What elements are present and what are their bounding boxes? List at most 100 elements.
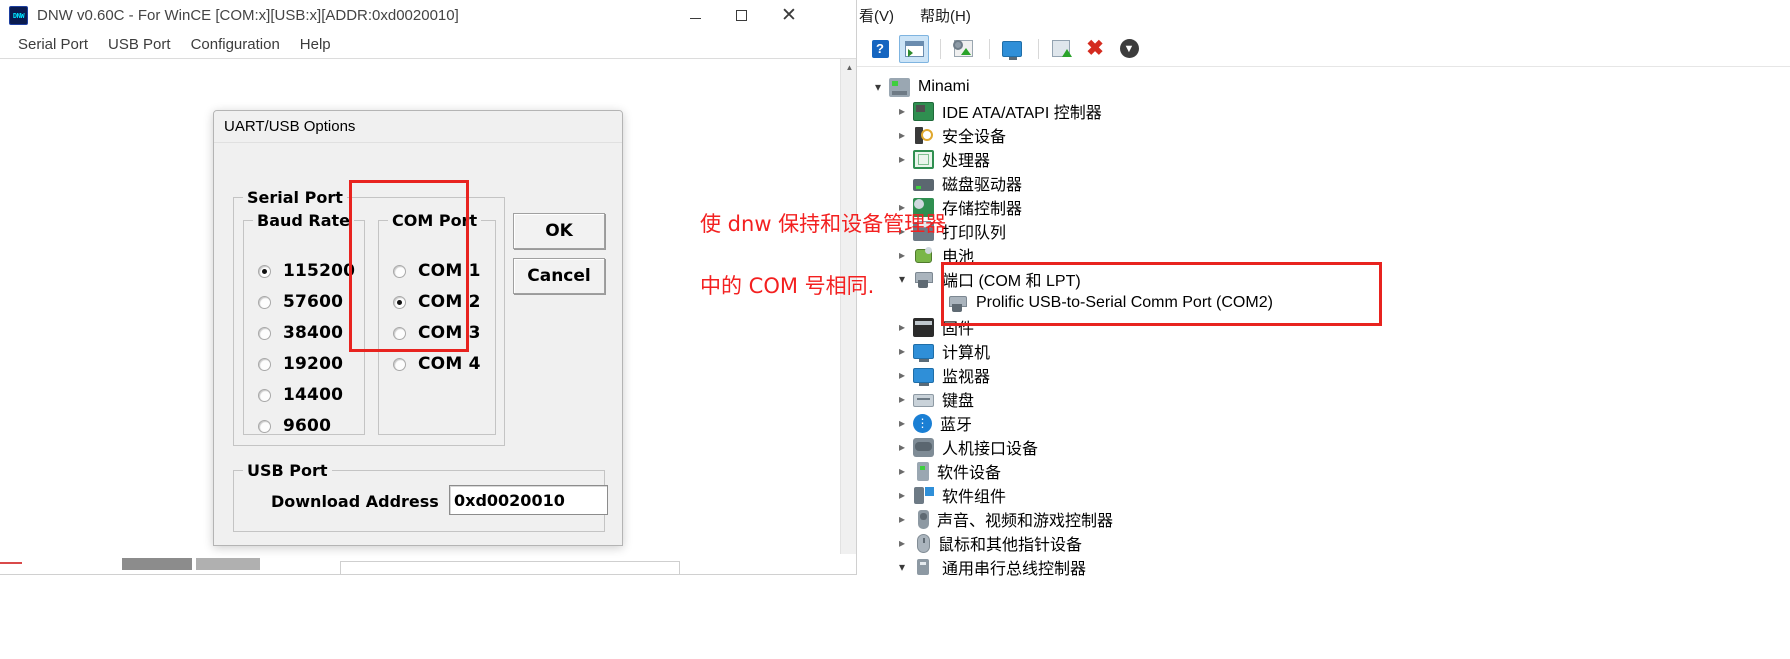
tree-node-hid[interactable]: ▸ 人机接口设备 xyxy=(857,435,1790,459)
radio-baud-19200[interactable]: 19200 xyxy=(258,354,343,374)
chevron-down-icon[interactable]: ▾ xyxy=(891,560,913,574)
tree-node-prolific-com2[interactable]: Prolific USB-to-Serial Comm Port (COM2) xyxy=(857,291,1790,315)
show-hidden-devices-button[interactable] xyxy=(997,35,1027,63)
tree-node-security-device[interactable]: ▸ 安全设备 xyxy=(857,123,1790,147)
tree-node-usb-controllers[interactable]: ▾ 通用串行总线控制器 xyxy=(857,555,1790,579)
usb-controller-icon xyxy=(913,558,934,577)
menu-item-usb-port[interactable]: USB Port xyxy=(98,34,181,55)
tree-node-ide-controller[interactable]: ▸ IDE ATA/ATAPI 控制器 xyxy=(857,99,1790,123)
minimize-button[interactable] xyxy=(672,0,718,31)
menu-item-help[interactable]: Help xyxy=(290,34,341,55)
menu-item-serial-port[interactable]: Serial Port xyxy=(8,34,98,55)
minimize-icon xyxy=(689,17,701,19)
properties-button[interactable] xyxy=(899,34,929,63)
tree-node-minami[interactable]: ▾ Minami xyxy=(857,75,1790,99)
radio-com-1[interactable]: COM 1 xyxy=(393,261,481,281)
strip-panel xyxy=(340,561,680,574)
radio-baud-14400[interactable]: 14400 xyxy=(258,385,343,405)
tree-node-software-devices[interactable]: ▸ 软件设备 xyxy=(857,459,1790,483)
radio-baud-115200[interactable]: 115200 xyxy=(258,261,355,281)
chevron-right-icon[interactable]: ▸ xyxy=(891,344,913,358)
chevron-right-icon[interactable]: ▸ xyxy=(891,488,913,502)
radio-label: 115200 xyxy=(283,261,356,281)
tree-node-bluetooth[interactable]: ▸ ⋮ 蓝牙 xyxy=(857,411,1790,435)
toolbar-separator xyxy=(989,38,990,59)
dnw-bottom-strip xyxy=(0,554,856,574)
device-tree[interactable]: ▾ Minami ▸ IDE ATA/ATAPI 控制器 ▸ 安全设备 ▸ 处理… xyxy=(857,68,1790,659)
chevron-right-icon[interactable]: ▸ xyxy=(891,368,913,382)
radio-indicator xyxy=(258,419,271,433)
chevron-right-icon[interactable]: ▸ xyxy=(891,536,913,550)
disable-device-button[interactable]: ✖ xyxy=(1080,35,1110,63)
tree-node-ports[interactable]: ▾ 端口 (COM 和 LPT) xyxy=(857,267,1790,291)
annotation-line-1: 使 dnw 保持和设备管理器 xyxy=(700,212,947,236)
radio-indicator xyxy=(393,326,406,340)
scroll-up-icon[interactable]: ▲ xyxy=(841,59,856,76)
dialog-title: UART/USB Options xyxy=(224,118,356,135)
close-button[interactable]: ✕ xyxy=(766,0,812,31)
maximize-button[interactable] xyxy=(718,0,764,31)
radio-indicator xyxy=(258,295,271,309)
download-address-input[interactable] xyxy=(449,485,608,515)
chevron-down-icon[interactable]: ▾ xyxy=(867,80,889,94)
help-icon: ? xyxy=(871,39,889,58)
chevron-right-icon[interactable]: ▸ xyxy=(891,440,913,454)
ide-controller-icon xyxy=(913,101,934,121)
baud-rate-group-label: Baud Rate xyxy=(253,211,355,230)
dialog-titlebar[interactable]: UART/USB Options xyxy=(214,111,622,143)
usb-port-group: USB Port Download Address xyxy=(233,461,608,532)
chevron-right-icon[interactable]: ▸ xyxy=(891,512,913,526)
radio-baud-38400[interactable]: 38400 xyxy=(258,323,343,343)
device-manager-toolbar: ? ✖ ▼ xyxy=(857,31,1790,67)
chevron-right-icon[interactable]: ▸ xyxy=(891,416,913,430)
menu-item-view[interactable]: 看(V) xyxy=(859,5,894,26)
chevron-right-icon[interactable]: ▸ xyxy=(891,104,913,118)
device-manager-menubar: 看(V) 帮助(H) xyxy=(857,0,1790,31)
scan-hardware-changes-button[interactable] xyxy=(948,35,978,63)
chevron-right-icon[interactable]: ▸ xyxy=(891,392,913,406)
radio-indicator xyxy=(393,357,406,371)
tree-node-label: 声音、视频和游戏控制器 xyxy=(937,513,1114,530)
tree-node-storage-controller[interactable]: ▸ 存储控制器 xyxy=(857,195,1790,219)
radio-label: COM 2 xyxy=(418,292,481,312)
strip-marker-red xyxy=(0,562,22,574)
cancel-button[interactable]: Cancel xyxy=(513,258,605,294)
tree-node-label: 安全设备 xyxy=(942,129,1007,146)
menu-item-configuration[interactable]: Configuration xyxy=(181,34,290,55)
tree-node-sound-video-game[interactable]: ▸ 声音、视频和游戏控制器 xyxy=(857,507,1790,531)
install-device-button[interactable]: ▼ xyxy=(1114,35,1144,63)
properties-icon xyxy=(904,40,924,57)
tree-node-keyboard[interactable]: ▸ 键盘 xyxy=(857,387,1790,411)
tree-node-processor[interactable]: ▸ 处理器 xyxy=(857,147,1790,171)
tree-node-monitor[interactable]: ▸ 监视器 xyxy=(857,363,1790,387)
monitor-icon xyxy=(1002,40,1022,60)
radio-baud-57600[interactable]: 57600 xyxy=(258,292,343,312)
chevron-right-icon[interactable]: ▸ xyxy=(891,464,913,478)
menu-item-help[interactable]: 帮助(H) xyxy=(920,5,971,26)
radio-indicator xyxy=(258,326,271,340)
com-port-group: COM Port COM 1 COM 2 COM 3 COM 4 xyxy=(378,211,496,435)
radio-com-2[interactable]: COM 2 xyxy=(393,292,481,312)
chevron-right-icon[interactable]: ▸ xyxy=(891,152,913,166)
tree-node-label: Prolific USB-to-Serial Comm Port (COM2) xyxy=(976,294,1273,311)
tree-node-label: 鼠标和其他指针设备 xyxy=(938,537,1083,554)
radio-com-3[interactable]: COM 3 xyxy=(393,323,481,343)
tree-node-software-components[interactable]: ▸ 软件组件 xyxy=(857,483,1790,507)
radio-com-4[interactable]: COM 4 xyxy=(393,354,481,374)
tree-node-print-queue[interactable]: ▸ 打印队列 xyxy=(857,219,1790,243)
radio-label: 9600 xyxy=(283,416,332,436)
update-driver-icon xyxy=(1052,40,1072,57)
tree-node-disk-drives[interactable]: 磁盘驱动器 xyxy=(857,171,1790,195)
update-driver-button[interactable] xyxy=(1046,35,1076,63)
device-manager-window: 看(V) 帮助(H) ? ✖ ▼ ▾ Minami ▸ IDE ATA/ATAP… xyxy=(857,0,1790,659)
chevron-right-icon[interactable]: ▸ xyxy=(891,128,913,142)
tree-node-firmware[interactable]: ▸ 固件 xyxy=(857,315,1790,339)
tree-node-computer[interactable]: ▸ 计算机 xyxy=(857,339,1790,363)
tree-node-battery[interactable]: ▸ 电池 xyxy=(857,243,1790,267)
ok-button[interactable]: OK xyxy=(513,213,605,249)
help-button[interactable]: ? xyxy=(865,35,895,63)
dnw-app-icon: DNW xyxy=(9,6,28,25)
radio-baud-9600[interactable]: 9600 xyxy=(258,416,331,436)
tree-node-mouse-pointing[interactable]: ▸ 鼠标和其他指针设备 xyxy=(857,531,1790,555)
tree-node-label: IDE ATA/ATAPI 控制器 xyxy=(942,105,1102,122)
